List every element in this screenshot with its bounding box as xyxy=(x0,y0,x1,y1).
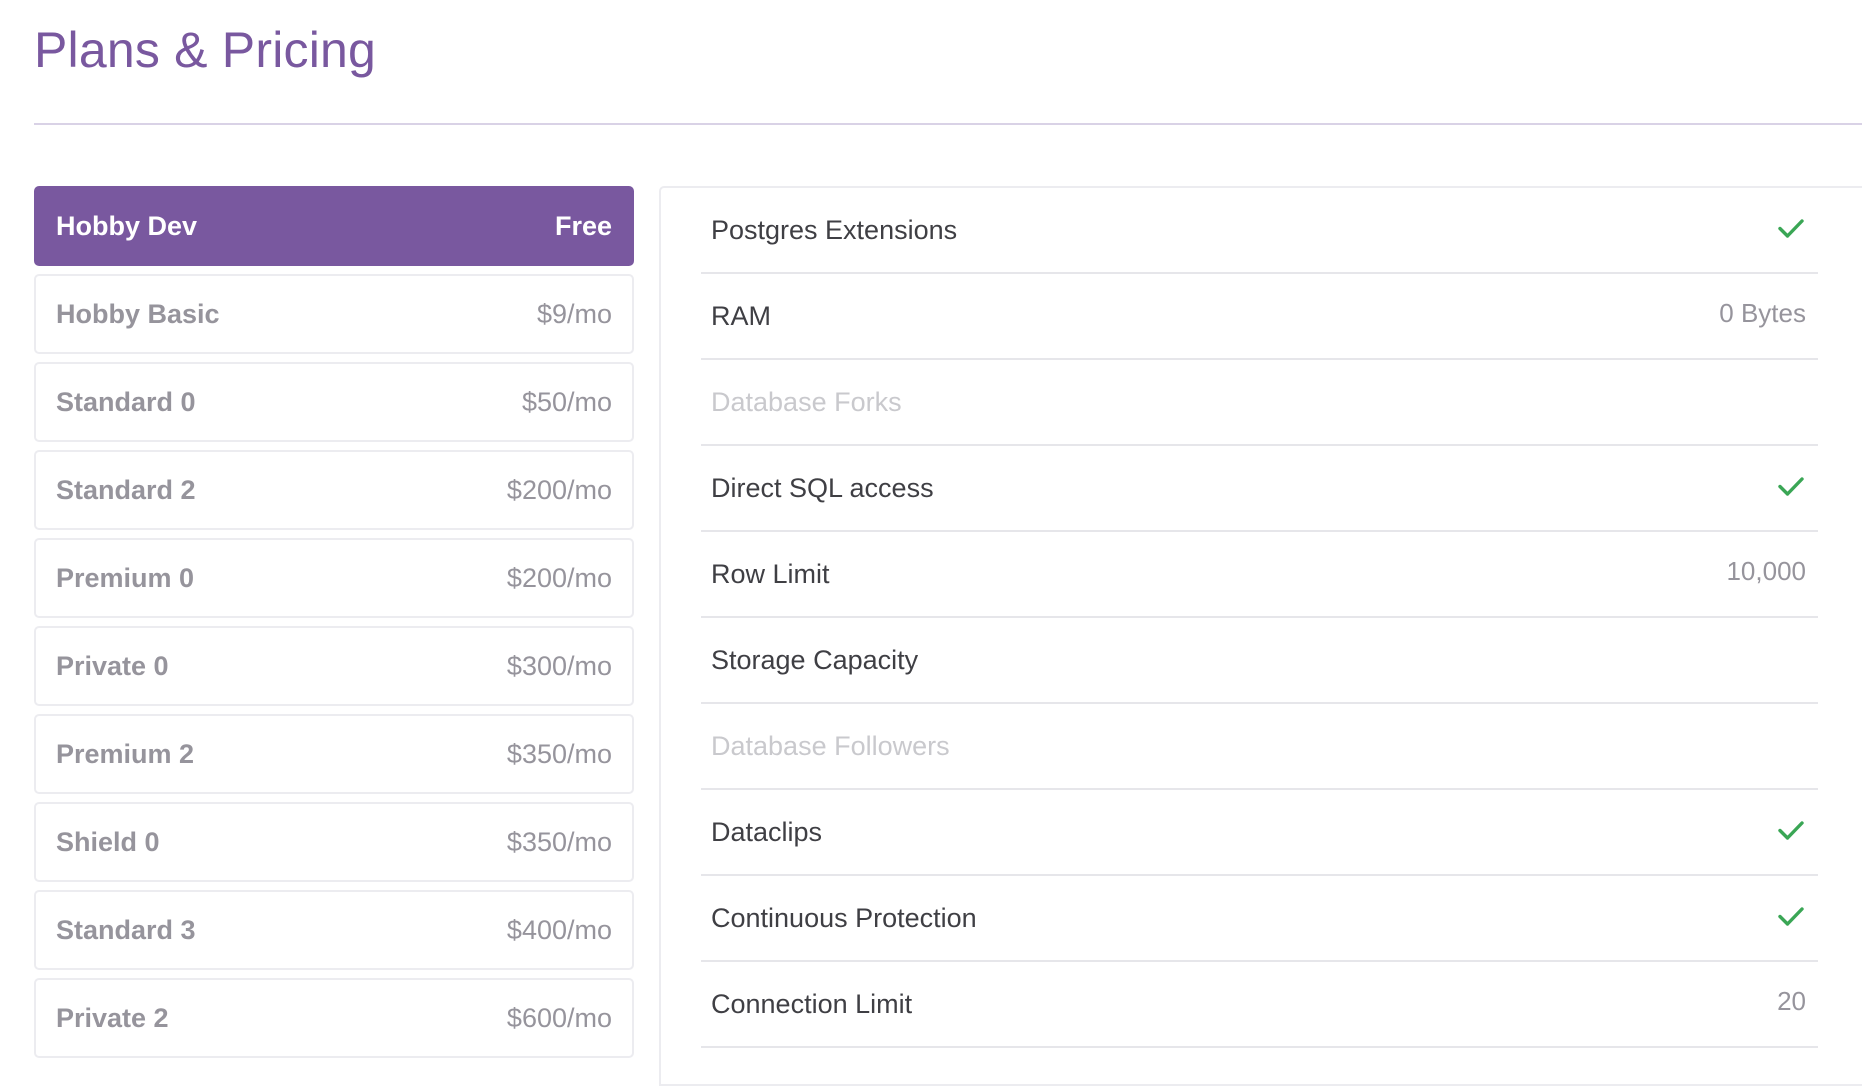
feature-label: Connection Limit xyxy=(711,988,913,1019)
feature-label: Database Forks xyxy=(711,386,902,417)
plan-name: Premium 0 xyxy=(56,562,195,593)
feature-value: 10,000 xyxy=(1726,555,1806,586)
check-icon xyxy=(1776,815,1806,845)
feature-label: Direct SQL access xyxy=(711,472,934,503)
feature-row: Connection Limit 20 xyxy=(701,962,1818,1048)
plan-price: $350/mo xyxy=(506,738,612,769)
plan-price: Free xyxy=(554,210,612,241)
plan-features-panel: Postgres Extensions RAM 0 Bytes Database… xyxy=(659,186,1862,1086)
feature-row: Database Followers xyxy=(701,704,1818,790)
plan-name: Private 0 xyxy=(56,650,169,681)
title-divider xyxy=(34,123,1862,125)
plan-option-hobby-dev[interactable]: Hobby Dev Free xyxy=(34,186,634,266)
feature-label: Postgres Extensions xyxy=(711,214,958,245)
feature-value: 20 xyxy=(1777,985,1806,1016)
check-icon xyxy=(1776,901,1806,931)
plan-price: $300/mo xyxy=(506,650,612,681)
plan-name: Hobby Dev xyxy=(56,210,198,241)
feature-list: Postgres Extensions RAM 0 Bytes Database… xyxy=(701,188,1818,1048)
feature-row: Row Limit 10,000 xyxy=(701,532,1818,618)
feature-value: 0 Bytes xyxy=(1719,297,1806,328)
feature-label: Row Limit xyxy=(711,558,830,589)
plan-name: Hobby Basic xyxy=(56,298,220,329)
plan-option-shield-0[interactable]: Shield 0 $350/mo xyxy=(34,802,634,882)
feature-row: Storage Capacity xyxy=(701,618,1818,704)
check-icon xyxy=(1776,471,1806,501)
plan-price: $350/mo xyxy=(506,826,612,857)
feature-row: Continuous Protection xyxy=(701,876,1818,962)
plan-price: $600/mo xyxy=(506,1002,612,1033)
plan-name: Standard 0 xyxy=(56,386,196,417)
check-icon xyxy=(1776,213,1806,243)
plan-list: Hobby Dev Free Hobby Basic $9/mo Standar… xyxy=(34,186,634,1066)
feature-label: Storage Capacity xyxy=(711,644,919,675)
feature-label: RAM xyxy=(711,300,771,331)
plan-option-standard-2[interactable]: Standard 2 $200/mo xyxy=(34,450,634,530)
plan-name: Shield 0 xyxy=(56,826,160,857)
feature-row: Direct SQL access xyxy=(701,446,1818,532)
feature-row: Postgres Extensions xyxy=(701,188,1818,274)
plan-price: $200/mo xyxy=(506,474,612,505)
feature-label: Dataclips xyxy=(711,816,823,847)
plan-price: $9/mo xyxy=(536,298,612,329)
feature-label: Database Followers xyxy=(711,730,950,761)
plan-name: Private 2 xyxy=(56,1002,169,1033)
plan-option-standard-0[interactable]: Standard 0 $50/mo xyxy=(34,362,634,442)
plan-price: $200/mo xyxy=(506,562,612,593)
plan-price: $400/mo xyxy=(506,914,612,945)
feature-label: Continuous Protection xyxy=(711,902,977,933)
feature-row: Dataclips xyxy=(701,790,1818,876)
plan-name: Standard 2 xyxy=(56,474,196,505)
plan-option-private-0[interactable]: Private 0 $300/mo xyxy=(34,626,634,706)
plan-name: Standard 3 xyxy=(56,914,196,945)
plan-name: Premium 2 xyxy=(56,738,195,769)
plan-option-premium-2[interactable]: Premium 2 $350/mo xyxy=(34,714,634,794)
page-title: Plans & Pricing xyxy=(34,22,377,78)
plan-option-premium-0[interactable]: Premium 0 $200/mo xyxy=(34,538,634,618)
plan-option-private-2[interactable]: Private 2 $600/mo xyxy=(34,978,634,1058)
feature-row: Database Forks xyxy=(701,360,1818,446)
plan-price: $50/mo xyxy=(521,386,612,417)
feature-row: RAM 0 Bytes xyxy=(701,274,1818,360)
plan-option-hobby-basic[interactable]: Hobby Basic $9/mo xyxy=(34,274,634,354)
plan-option-standard-3[interactable]: Standard 3 $400/mo xyxy=(34,890,634,970)
